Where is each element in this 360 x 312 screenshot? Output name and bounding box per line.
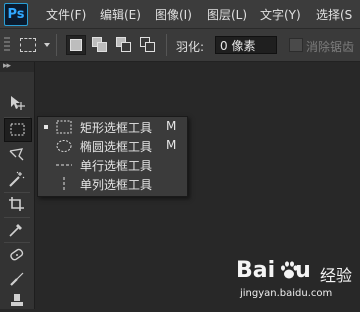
flyout-item-ellipse-marquee[interactable]: 椭圆选框工具 M bbox=[38, 137, 187, 155]
flyout-item-single-column-marquee[interactable]: 单列选框工具 bbox=[38, 175, 187, 193]
crop-tool[interactable] bbox=[4, 193, 30, 215]
subtract-from-selection-button[interactable] bbox=[114, 35, 132, 53]
ellipse-marquee-icon bbox=[56, 140, 72, 152]
feather-label: 羽化: bbox=[176, 40, 205, 54]
move-tool[interactable] bbox=[4, 92, 30, 114]
menu-type[interactable]: 文字(Y) bbox=[260, 6, 301, 23]
selected-indicator bbox=[44, 125, 48, 129]
watermark-jingyan: 经验 bbox=[320, 266, 353, 285]
divider bbox=[4, 242, 30, 243]
flyout-item-shortcut: M bbox=[166, 138, 177, 152]
single-column-marquee-icon bbox=[63, 177, 65, 191]
rect-marquee-icon bbox=[10, 123, 25, 136]
flyout-item-label: 矩形选框工具 bbox=[80, 121, 153, 135]
new-selection-button[interactable] bbox=[66, 35, 86, 55]
menu-bar: Ps 文件(F) 编辑(E) 图像(I) 图层(L) 文字(Y) 选择(S bbox=[0, 0, 360, 29]
menu-image[interactable]: 图像(I) bbox=[155, 6, 192, 23]
watermark-url: jingyan.baidu.com bbox=[240, 288, 333, 299]
eyedropper-icon bbox=[9, 224, 22, 237]
chevron-down-icon bbox=[44, 43, 50, 47]
rect-marquee-icon bbox=[56, 120, 72, 134]
tools-panel-header[interactable]: ▸▸ bbox=[0, 61, 34, 72]
antialias-checkbox[interactable] bbox=[289, 38, 303, 52]
options-bar-grip[interactable] bbox=[4, 37, 10, 53]
menu-layer[interactable]: 图层(L) bbox=[207, 6, 247, 23]
intersect-selection-button[interactable] bbox=[138, 35, 156, 53]
antialias-label: 消除锯齿 bbox=[306, 40, 355, 54]
brush-tool[interactable] bbox=[4, 268, 30, 290]
divider bbox=[166, 34, 167, 56]
collapse-icon[interactable]: ▸▸ bbox=[3, 61, 11, 71]
eyedropper-tool[interactable] bbox=[4, 218, 30, 240]
marquee-tool[interactable] bbox=[4, 118, 32, 142]
single-row-marquee-icon bbox=[56, 164, 72, 166]
divider bbox=[56, 34, 57, 56]
baidu-jingyan-watermark: Bai u 经验 jingyan.baidu.com bbox=[236, 258, 356, 308]
flyout-item-single-row-marquee[interactable]: 单行选框工具 bbox=[38, 156, 187, 174]
new-selection-icon bbox=[70, 39, 82, 51]
crop-icon bbox=[9, 197, 24, 211]
options-bar: 羽化: 0 像素 消除锯齿 bbox=[0, 29, 360, 62]
rect-marquee-icon bbox=[20, 38, 36, 52]
flyout-item-label: 椭圆选框工具 bbox=[80, 140, 153, 154]
flyout-item-rect-marquee[interactable]: 矩形选框工具 M bbox=[38, 118, 187, 136]
bandage-icon bbox=[10, 248, 24, 261]
marquee-tools-flyout: 矩形选框工具 M 椭圆选框工具 M 单行选框工具 单列选框工具 bbox=[37, 116, 188, 197]
flyout-item-shortcut: M bbox=[166, 119, 177, 133]
add-to-selection-button[interactable] bbox=[90, 35, 108, 53]
tool-preset-picker[interactable] bbox=[14, 33, 50, 57]
menu-file[interactable]: 文件(F) bbox=[46, 6, 86, 23]
brush-icon bbox=[10, 272, 24, 286]
photoshop-logo: Ps bbox=[4, 3, 28, 26]
magic-wand-icon bbox=[9, 171, 25, 187]
flyout-item-label: 单行选框工具 bbox=[80, 159, 153, 173]
watermark-brand: Bai u bbox=[236, 258, 311, 283]
lasso-tool[interactable] bbox=[4, 144, 30, 166]
menu-edit[interactable]: 编辑(E) bbox=[100, 6, 141, 23]
move-icon bbox=[11, 96, 25, 110]
lasso-icon bbox=[9, 148, 24, 161]
paw-icon bbox=[281, 261, 298, 279]
flyout-item-label: 单列选框工具 bbox=[80, 178, 153, 192]
feather-input[interactable]: 0 像素 bbox=[215, 36, 277, 54]
menu-select[interactable]: 选择(S bbox=[316, 6, 352, 23]
tools-panel: ▸▸ bbox=[0, 61, 35, 309]
healing-brush-tool[interactable] bbox=[4, 244, 30, 266]
stamp-icon bbox=[11, 294, 23, 306]
magic-wand-tool[interactable] bbox=[4, 168, 30, 190]
